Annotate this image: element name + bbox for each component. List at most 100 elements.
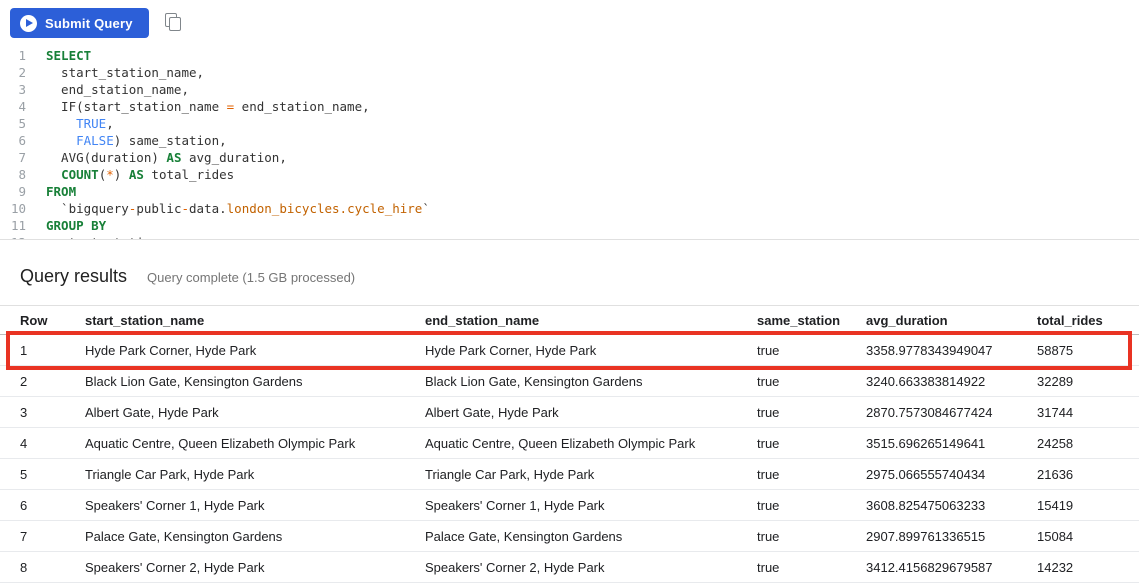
code-text: FROM	[38, 183, 76, 200]
table-cell: 32289	[1017, 374, 1139, 389]
results-table: Rowstart_station_nameend_station_namesam…	[0, 305, 1139, 583]
table-cell: 4	[0, 436, 65, 451]
table-row: 6Speakers' Corner 1, Hyde ParkSpeakers' …	[0, 490, 1139, 521]
table-cell: true	[737, 405, 846, 420]
code-line: 6 FALSE) same_station,	[0, 132, 1139, 149]
table-cell: 2975.066555740434	[846, 467, 1017, 482]
code-line: 3 end_station_name,	[0, 81, 1139, 98]
table-cell: Albert Gate, Hyde Park	[65, 405, 405, 420]
code-text: `bigquery-public-data.london_bicycles.cy…	[38, 200, 430, 217]
table-cell: 21636	[1017, 467, 1139, 482]
table-cell: 15419	[1017, 498, 1139, 513]
code-text: TRUE,	[38, 115, 114, 132]
submit-query-label: Submit Query	[45, 16, 133, 31]
table-cell: 5	[0, 467, 65, 482]
code-line: 10 `bigquery-public-data.london_bicycles…	[0, 200, 1139, 217]
code-text: start_station_name,	[38, 64, 204, 81]
copy-icon[interactable]	[165, 13, 183, 33]
line-number: 9	[0, 183, 38, 200]
table-cell: 3240.663383814922	[846, 374, 1017, 389]
table-header-row: Rowstart_station_nameend_station_namesam…	[0, 305, 1139, 335]
line-number: 6	[0, 132, 38, 149]
line-number: 4	[0, 98, 38, 115]
table-cell: Black Lion Gate, Kensington Gardens	[405, 374, 737, 389]
table-cell: 15084	[1017, 529, 1139, 544]
table-cell: true	[737, 467, 846, 482]
code-text: COUNT(*) AS total_rides	[38, 166, 234, 183]
code-line: 2 start_station_name,	[0, 64, 1139, 81]
table-cell: 58875	[1017, 343, 1139, 358]
play-icon	[20, 15, 37, 32]
code-text: IF(start_station_name = end_station_name…	[38, 98, 370, 115]
results-status: Query complete (1.5 GB processed)	[147, 270, 355, 285]
code-line: 7 AVG(duration) AS avg_duration,	[0, 149, 1139, 166]
line-number: 10	[0, 200, 38, 217]
table-cell: Speakers' Corner 1, Hyde Park	[405, 498, 737, 513]
results-title: Query results	[20, 266, 127, 287]
table-cell: Triangle Car Park, Hyde Park	[405, 467, 737, 482]
code-text: end_station_name,	[38, 81, 189, 98]
table-cell: true	[737, 374, 846, 389]
table-cell: Aquatic Centre, Queen Elizabeth Olympic …	[65, 436, 405, 451]
table-cell: 6	[0, 498, 65, 513]
code-text: GROUP BY	[38, 217, 106, 234]
table-cell: 3358.9778343949047	[846, 343, 1017, 358]
line-number: 8	[0, 166, 38, 183]
table-cell: 2870.7573084677424	[846, 405, 1017, 420]
sql-editor[interactable]: 1SELECT2 start_station_name,3 end_statio…	[0, 42, 1139, 240]
table-cell: Speakers' Corner 1, Hyde Park	[65, 498, 405, 513]
table-cell: 14232	[1017, 560, 1139, 575]
table-cell: 3515.696265149641	[846, 436, 1017, 451]
code-line: 9FROM	[0, 183, 1139, 200]
column-header: same_station	[737, 313, 846, 328]
table-cell: Aquatic Centre, Queen Elizabeth Olympic …	[405, 436, 737, 451]
table-row: 4Aquatic Centre, Queen Elizabeth Olympic…	[0, 428, 1139, 459]
table-cell: true	[737, 560, 846, 575]
table-row: 7Palace Gate, Kensington GardensPalace G…	[0, 521, 1139, 552]
table-cell: Palace Gate, Kensington Gardens	[405, 529, 737, 544]
table-cell: Palace Gate, Kensington Gardens	[65, 529, 405, 544]
submit-query-button[interactable]: Submit Query	[10, 8, 149, 38]
table-cell: Triangle Car Park, Hyde Park	[65, 467, 405, 482]
table-body: 1Hyde Park Corner, Hyde ParkHyde Park Co…	[0, 335, 1139, 583]
code-line: 8 COUNT(*) AS total_rides	[0, 166, 1139, 183]
line-number: 7	[0, 149, 38, 166]
table-cell: Albert Gate, Hyde Park	[405, 405, 737, 420]
table-cell: 7	[0, 529, 65, 544]
table-cell: Speakers' Corner 2, Hyde Park	[65, 560, 405, 575]
column-header: total_rides	[1017, 313, 1139, 328]
table-cell: true	[737, 529, 846, 544]
code-line: 11GROUP BY	[0, 217, 1139, 234]
line-number: 1	[0, 47, 38, 64]
table-cell: 31744	[1017, 405, 1139, 420]
results-header: Query results Query complete (1.5 GB pro…	[0, 240, 1139, 305]
column-header: avg_duration	[846, 313, 1017, 328]
table-cell: 2907.899761336515	[846, 529, 1017, 544]
table-cell: 8	[0, 560, 65, 575]
table-cell: 3	[0, 405, 65, 420]
table-cell: true	[737, 436, 846, 451]
table-row: 2Black Lion Gate, Kensington GardensBlac…	[0, 366, 1139, 397]
line-number: 3	[0, 81, 38, 98]
table-cell: 2	[0, 374, 65, 389]
code-line: 1SELECT	[0, 47, 1139, 64]
code-line: 4 IF(start_station_name = end_station_na…	[0, 98, 1139, 115]
line-number: 2	[0, 64, 38, 81]
column-header: start_station_name	[65, 313, 405, 328]
table-cell: 3608.825475063233	[846, 498, 1017, 513]
code-text: FALSE) same_station,	[38, 132, 227, 149]
table-cell: 3412.4156829679587	[846, 560, 1017, 575]
column-header: Row	[0, 313, 65, 328]
table-row: 5Triangle Car Park, Hyde ParkTriangle Ca…	[0, 459, 1139, 490]
line-number: 5	[0, 115, 38, 132]
line-number: 11	[0, 217, 38, 234]
code-text: SELECT	[38, 47, 91, 64]
table-cell: 1	[0, 343, 65, 358]
code-text: AVG(duration) AS avg_duration,	[38, 149, 287, 166]
table-row: 1Hyde Park Corner, Hyde ParkHyde Park Co…	[0, 335, 1139, 366]
table-cell: Hyde Park Corner, Hyde Park	[405, 343, 737, 358]
table-cell: 24258	[1017, 436, 1139, 451]
table-row: 8Speakers' Corner 2, Hyde ParkSpeakers' …	[0, 552, 1139, 583]
table-cell: true	[737, 498, 846, 513]
table-row: 3Albert Gate, Hyde ParkAlbert Gate, Hyde…	[0, 397, 1139, 428]
